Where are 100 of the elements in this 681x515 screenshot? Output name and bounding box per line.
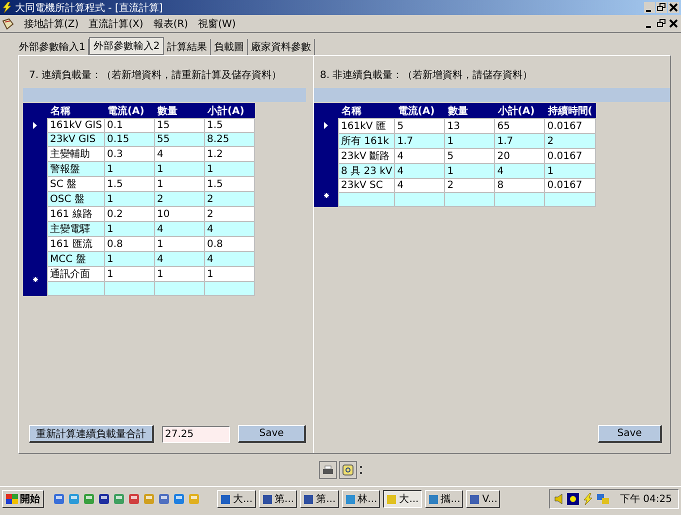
total-field[interactable]: 27.25 [162, 426, 230, 442]
speaker-icon[interactable] [554, 493, 564, 505]
app-icon [386, 494, 398, 504]
menu-item[interactable]: 直流計算(X) [88, 16, 144, 30]
app-icon [344, 494, 356, 504]
table-cell: 2 [444, 178, 495, 192]
taskbar-button[interactable]: 第... [258, 490, 298, 508]
table-cell: 0.8 [104, 236, 154, 252]
column-header: 電流(A) [104, 103, 154, 118]
table-cell: 所有 161k [338, 134, 395, 148]
table-cell: SC 盤 [48, 176, 104, 192]
table-cell: 警報盤 [48, 162, 104, 176]
column-header: 小計(A) [204, 103, 254, 118]
lightning-icon[interactable] [582, 493, 594, 505]
table-cell: 4 [394, 178, 445, 192]
save-button[interactable]: Save [598, 425, 662, 443]
clock: 下午 04:25 [620, 493, 672, 506]
quick-launch-icon[interactable] [158, 493, 170, 505]
table-cell: 1 [104, 222, 154, 236]
start-button[interactable]: 開始 [2, 490, 44, 508]
app-icon [469, 494, 480, 504]
table-cell: 4 [394, 164, 445, 178]
taskbar-button[interactable]: V... [466, 490, 500, 508]
quick-launch-icon[interactable] [98, 493, 110, 505]
table-cell: 2 [544, 134, 596, 148]
quick-launch-icon[interactable] [128, 493, 140, 505]
windows-logo-icon [6, 494, 18, 504]
tab[interactable]: 負載圖 [210, 39, 248, 55]
table-cell: 1 [154, 236, 204, 252]
table-cell: 0.15 [104, 132, 154, 146]
minimize-icon[interactable] [644, 2, 655, 13]
column-header: 數量 [444, 103, 495, 118]
table-cell: 1 [104, 162, 154, 176]
app-icon [220, 494, 231, 504]
table-cell: 主變電驛 [48, 222, 104, 236]
menu-item[interactable]: 報表(R) [153, 16, 188, 30]
taskbar-button[interactable]: 林... [342, 490, 380, 508]
recalculate-button[interactable]: 重新計算連續負載量合計 [29, 425, 154, 443]
app-menu-icon[interactable] [2, 18, 14, 30]
table-cell: 4 [154, 146, 204, 162]
table-cell: 4 [204, 252, 254, 266]
close-icon[interactable] [668, 18, 679, 29]
tray-app-icon[interactable] [567, 493, 579, 505]
column-header: 小計(A) [494, 103, 545, 118]
table-cell: 1.5 [204, 176, 254, 192]
table-cell: 1.7 [494, 134, 545, 148]
table-cell: 161 匯流 [48, 236, 104, 252]
tab[interactable]: 外部參數輸入2 [89, 37, 164, 55]
table-cell: 1 [154, 162, 204, 176]
table-cell: 161kV GIS [48, 118, 104, 132]
table-cell: 2 [204, 192, 254, 206]
table-cell: 8.25 [204, 132, 254, 146]
close-icon[interactable] [668, 2, 679, 13]
table-cell: MCC 盤 [48, 252, 104, 266]
table-cell: 1 [444, 134, 495, 148]
table-cell: 4 [154, 222, 204, 236]
table-cell: OSC 盤 [48, 192, 104, 206]
table-cell: 161 線路 [48, 206, 104, 222]
network-icon[interactable] [597, 493, 609, 505]
table-cell: 23kV GIS [48, 132, 104, 146]
menu-item[interactable]: 接地計算(Z) [24, 16, 79, 30]
table-cell: 4 [154, 252, 204, 266]
table-cell: 0.0167 [544, 178, 596, 192]
quick-launch-icon[interactable] [53, 493, 65, 505]
menu-item[interactable]: 視窗(W) [198, 16, 236, 30]
table-cell: 1 [204, 162, 254, 176]
restore-icon[interactable] [656, 18, 667, 29]
table-cell: 1 [104, 266, 154, 282]
column-header: 持續時間( [544, 103, 596, 118]
taskbar-button[interactable]: 大... [383, 490, 422, 508]
table-cell: 4 [494, 164, 545, 178]
column-header: 名稱 [338, 103, 395, 118]
print-icon[interactable] [318, 461, 336, 479]
table-cell: 1 [104, 192, 154, 206]
save-button[interactable]: Save [238, 425, 306, 443]
table-cell: 1 [154, 266, 204, 282]
tab[interactable]: 廠家資料參數 [248, 39, 315, 55]
taskbar-button[interactable]: 第... [300, 490, 339, 508]
table-cell: 15 [154, 118, 204, 132]
restore-icon[interactable] [656, 2, 667, 13]
column-header: 電流(A) [394, 103, 445, 118]
table-cell: 1.5 [204, 118, 254, 132]
column-header: 名稱 [48, 103, 104, 118]
toolbar-grip-icon [358, 463, 362, 477]
table-cell: 13 [444, 118, 495, 134]
table-cell: 1 [154, 176, 204, 192]
table-cell: 2 [154, 192, 204, 206]
table-cell: 20 [494, 148, 545, 164]
taskbar-button[interactable]: 攜... [424, 490, 464, 508]
tab[interactable]: 計算結果 [164, 39, 211, 55]
table-cell: 10 [154, 206, 204, 222]
section-title: 8. 非連續負載量：（若新增資料，請儲存資料） [320, 68, 534, 80]
table-cell: 4 [394, 148, 445, 164]
help-icon[interactable] [338, 461, 356, 479]
table-cell: 0.0167 [544, 148, 596, 164]
taskbar-button[interactable]: 大... [217, 490, 256, 508]
table-cell: 通訊介面 [48, 266, 104, 282]
table-cell: 0.8 [204, 236, 254, 252]
table-cell: 0.3 [104, 146, 154, 162]
table-cell: 4 [204, 222, 254, 236]
